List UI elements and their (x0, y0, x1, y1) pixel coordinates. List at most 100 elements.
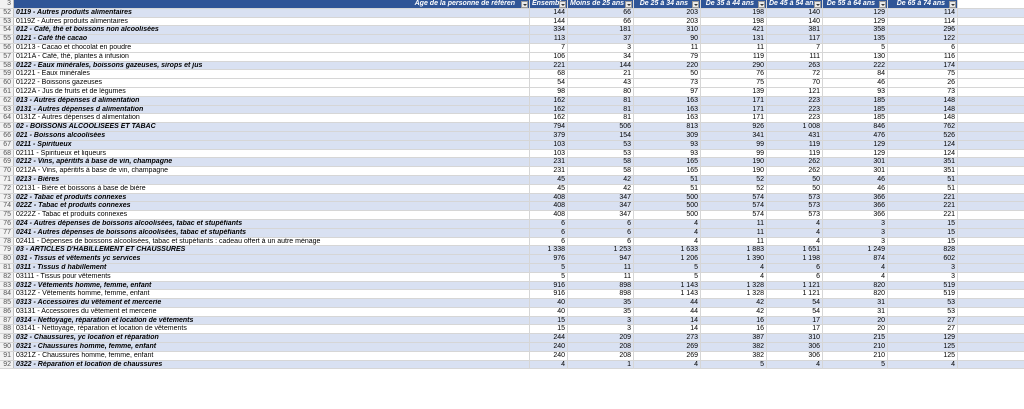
cell-value[interactable]: 382 (701, 351, 767, 360)
cell-value[interactable]: 341 (701, 131, 767, 140)
cell-label[interactable]: 02411 - Dépenses de boissons alcoolisées… (14, 237, 530, 246)
cell-value[interactable]: 144 (530, 8, 568, 17)
cell-value[interactable]: 351 (888, 158, 958, 167)
cell-value[interactable]: 15 (888, 219, 958, 228)
cell-value[interactable]: 6 (888, 43, 958, 52)
cell-value[interactable]: 11 (701, 237, 767, 246)
cell-value[interactable]: 347 (568, 193, 634, 202)
cell-value[interactable]: 5 (530, 263, 568, 272)
cell-value[interactable]: 240 (530, 351, 568, 360)
cell-value[interactable]: 53 (568, 149, 634, 158)
cell-label[interactable]: 02 - BOISSONS ALCOOLISEES ET TABAC (14, 123, 530, 131)
cell-value[interactable]: 573 (767, 211, 823, 219)
cell-value[interactable]: 4 (634, 228, 701, 237)
cell-value[interactable]: 40 (530, 299, 568, 307)
cell-value[interactable]: 46 (823, 184, 888, 193)
cell-value[interactable]: 6 (568, 219, 634, 228)
cell-label[interactable]: 031 - Tissus et vêtements yc services (14, 255, 530, 263)
cell-value[interactable]: 351 (888, 167, 958, 175)
cell-value[interactable]: 66 (568, 8, 634, 17)
cell-value[interactable]: 306 (767, 351, 823, 360)
cell-value[interactable]: 3 (568, 43, 634, 52)
cell-value[interactable]: 290 (701, 61, 767, 70)
header-col-6[interactable]: De 65 à 74 ans (888, 0, 958, 8)
cell-value[interactable]: 11 (568, 272, 634, 281)
cell-value[interactable]: 125 (888, 343, 958, 351)
cell-value[interactable]: 4 (530, 360, 568, 369)
row-number[interactable]: 65 (0, 123, 14, 131)
cell-label[interactable]: 0211 - Spiritueux (14, 140, 530, 149)
cell-value[interactable]: 347 (568, 202, 634, 211)
cell-value[interactable]: 3 (568, 316, 634, 325)
cell-label[interactable]: 02131 - Bière et boissons à base de bièr… (14, 184, 530, 193)
cell-value[interactable]: 223 (767, 114, 823, 123)
cell-value[interactable]: 162 (530, 105, 568, 114)
cell-value[interactable]: 4 (823, 272, 888, 281)
filter-dropdown-icon[interactable] (692, 1, 699, 8)
cell-value[interactable]: 171 (701, 96, 767, 105)
row-number[interactable]: 69 (0, 158, 14, 167)
row-number[interactable]: 82 (0, 272, 14, 281)
cell-value[interactable]: 222 (823, 61, 888, 70)
cell-value[interactable]: 574 (701, 211, 767, 219)
cell-value[interactable]: 103 (530, 140, 568, 149)
cell-value[interactable]: 148 (888, 114, 958, 123)
cell-value[interactable]: 52 (701, 184, 767, 193)
cell-label[interactable]: 03111 - Tissus pour vêtements (14, 272, 530, 281)
cell-value[interactable]: 273 (634, 334, 701, 343)
cell-value[interactable]: 26 (888, 79, 958, 87)
cell-value[interactable]: 574 (701, 193, 767, 202)
cell-value[interactable]: 500 (634, 193, 701, 202)
cell-value[interactable]: 5 (634, 272, 701, 281)
cell-label[interactable]: 0314 - Nettoyage, réparation et location… (14, 316, 530, 325)
row-number[interactable]: 90 (0, 343, 14, 351)
cell-value[interactable]: 6 (530, 237, 568, 246)
cell-value[interactable]: 27 (888, 325, 958, 334)
cell-value[interactable]: 208 (568, 343, 634, 351)
cell-value[interactable]: 3 (823, 228, 888, 237)
cell-value[interactable]: 11 (701, 219, 767, 228)
cell-value[interactable]: 215 (823, 334, 888, 343)
cell-value[interactable]: 5 (823, 360, 888, 369)
cell-value[interactable]: 976 (530, 255, 568, 263)
cell-value[interactable]: 828 (888, 246, 958, 255)
cell-value[interactable]: 14 (634, 316, 701, 325)
cell-value[interactable]: 139 (701, 87, 767, 96)
cell-value[interactable]: 4 (823, 263, 888, 272)
cell-value[interactable]: 947 (568, 255, 634, 263)
cell-value[interactable]: 500 (634, 202, 701, 211)
header-col-3[interactable]: De 35 à 44 ans (701, 0, 767, 8)
cell-value[interactable]: 66 (568, 17, 634, 26)
cell-value[interactable]: 144 (530, 17, 568, 26)
cell-value[interactable]: 4 (634, 219, 701, 228)
cell-value[interactable]: 203 (634, 17, 701, 26)
cell-value[interactable]: 309 (634, 131, 701, 140)
cell-label[interactable]: 0222Z - Tabac et produits connexes (14, 211, 530, 219)
cell-label[interactable]: 01221 - Eaux minérales (14, 70, 530, 79)
cell-label[interactable]: 0119Z - Autres produits alimentaires (14, 17, 530, 26)
cell-value[interactable]: 17 (767, 325, 823, 334)
cell-value[interactable]: 174 (888, 61, 958, 70)
cell-value[interactable]: 334 (530, 26, 568, 35)
filter-dropdown-icon[interactable] (879, 1, 886, 8)
filter-dropdown-icon[interactable] (758, 1, 765, 8)
cell-label[interactable]: 024 - Autres dépenses de boissons alcool… (14, 219, 530, 228)
cell-value[interactable]: 15 (888, 228, 958, 237)
cell-value[interactable]: 231 (530, 158, 568, 167)
cell-value[interactable]: 20 (823, 325, 888, 334)
cell-value[interactable]: 171 (701, 105, 767, 114)
row-number[interactable]: 57 (0, 52, 14, 61)
cell-value[interactable]: 165 (634, 158, 701, 167)
cell-value[interactable]: 98 (530, 87, 568, 96)
cell-value[interactable]: 45 (530, 184, 568, 193)
cell-value[interactable]: 3 (888, 263, 958, 272)
cell-value[interactable]: 51 (888, 184, 958, 193)
cell-value[interactable]: 526 (888, 131, 958, 140)
cell-value[interactable]: 1 633 (634, 246, 701, 255)
cell-value[interactable]: 50 (767, 175, 823, 184)
cell-value[interactable]: 84 (823, 70, 888, 79)
cell-value[interactable]: 90 (634, 35, 701, 43)
cell-value[interactable]: 347 (568, 211, 634, 219)
cell-value[interactable]: 506 (568, 123, 634, 131)
cell-label[interactable]: 0122 - Eaux minérales, boissons gazeuses… (14, 61, 530, 70)
